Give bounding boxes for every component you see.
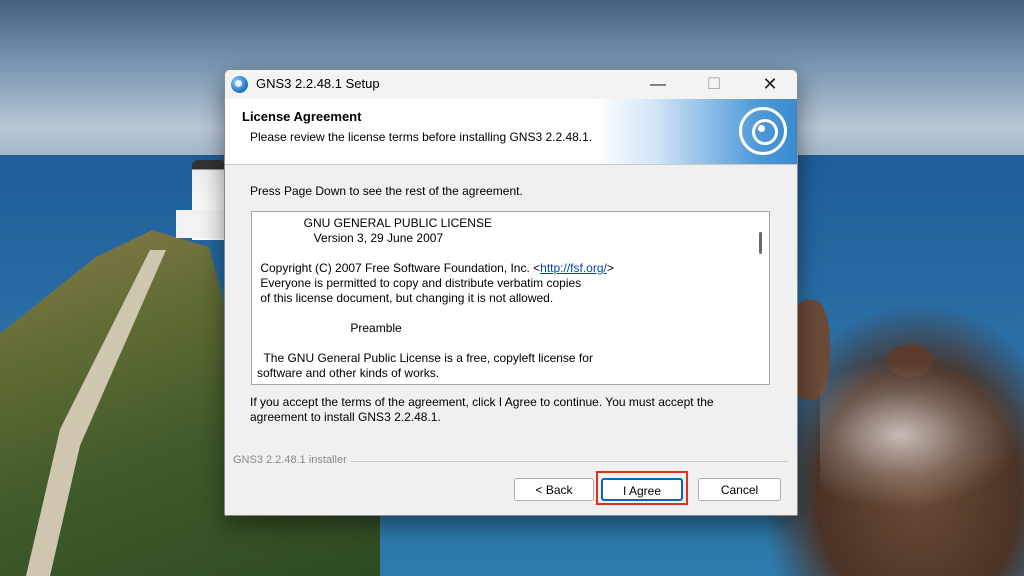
scroll-thumb[interactable] xyxy=(759,232,762,254)
gns3-chameleon-icon xyxy=(739,107,787,155)
license-line: Preamble xyxy=(257,321,402,335)
desktop-surf xyxy=(820,360,1020,510)
license-line: GNU GENERAL PUBLIC LICENSE xyxy=(257,216,492,230)
instruction-text: Press Page Down to see the rest of the a… xyxy=(250,184,523,198)
title-bar[interactable]: GNS3 2.2.48.1 Setup — ☐ ✕ xyxy=(225,70,797,99)
license-scrollbar[interactable] xyxy=(752,212,769,384)
license-text: GNU GENERAL PUBLIC LICENSE Version 3, 29… xyxy=(257,216,747,381)
window-title: GNS3 2.2.48.1 Setup xyxy=(256,76,380,91)
gns3-app-icon xyxy=(231,76,248,93)
page-title: License Agreement xyxy=(242,109,362,124)
close-button[interactable]: ✕ xyxy=(747,70,793,99)
license-line: software and other kinds of works. xyxy=(257,366,440,380)
maximize-button[interactable]: ☐ xyxy=(691,70,737,99)
lighthouse-house xyxy=(176,210,226,238)
license-line: > xyxy=(606,261,614,275)
setup-window: GNS3 2.2.48.1 Setup — ☐ ✕ License Agreem… xyxy=(224,69,798,516)
license-textbox[interactable]: GNU GENERAL PUBLIC LICENSE Version 3, 29… xyxy=(251,211,770,385)
license-line: of this license document, but changing i… xyxy=(257,291,554,305)
license-line: The GNU General Public License is a free… xyxy=(257,351,593,365)
license-line: Everyone is permitted to copy and distri… xyxy=(257,276,582,290)
agree-highlight-box xyxy=(596,471,688,505)
license-line: Copyright (C) 2007 Free Software Foundat… xyxy=(257,261,541,275)
accept-instructions: If you accept the terms of the agreement… xyxy=(250,395,714,424)
installer-label: GNS3 2.2.48.1 installer xyxy=(233,454,351,466)
back-button[interactable]: < Back xyxy=(514,478,594,501)
page-header: License Agreement Please review the lice… xyxy=(225,99,797,165)
license-line: Version 3, 29 June 2007 xyxy=(257,231,444,245)
fsf-link[interactable]: http://fsf.org/ xyxy=(540,261,607,275)
cancel-button[interactable]: Cancel xyxy=(698,478,781,501)
minimize-button[interactable]: — xyxy=(635,70,681,99)
page-subtitle: Please review the license terms before i… xyxy=(250,130,593,144)
